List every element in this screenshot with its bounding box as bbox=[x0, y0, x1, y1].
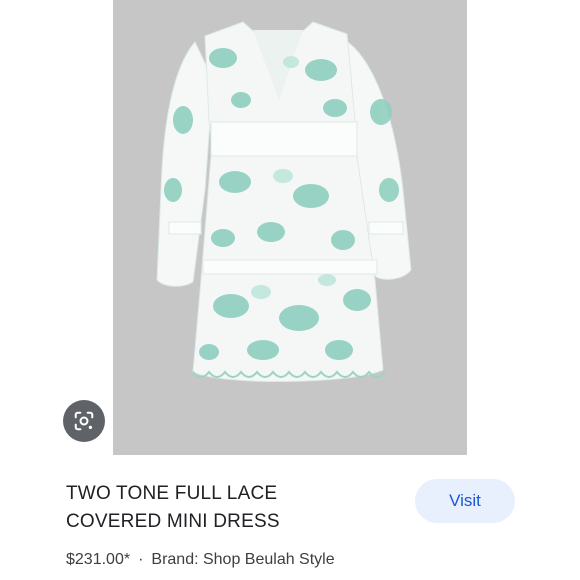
product-result-page: TWO TONE FULL LACE COVERED MINI DRESS Vi… bbox=[0, 0, 580, 580]
product-title[interactable]: TWO TONE FULL LACE COVERED MINI DRESS bbox=[66, 480, 386, 536]
visit-button[interactable]: Visit bbox=[415, 479, 515, 523]
product-title-line-2: COVERED MINI DRESS bbox=[66, 511, 280, 532]
price: $231.00* bbox=[66, 551, 131, 568]
dress-illustration bbox=[156, 21, 412, 383]
lens-search-button[interactable] bbox=[63, 400, 105, 442]
meta-separator: · bbox=[138, 551, 144, 568]
product-meta: $231.00* · Brand: Shop Beulah Style bbox=[66, 551, 335, 569]
brand: Brand: Shop Beulah Style bbox=[151, 551, 335, 568]
google-lens-icon bbox=[74, 411, 94, 431]
product-title-line-1: TWO TONE FULL LACE bbox=[66, 483, 278, 504]
product-info-card: TWO TONE FULL LACE COVERED MINI DRESS Vi… bbox=[46, 458, 534, 580]
product-image[interactable] bbox=[113, 0, 467, 455]
